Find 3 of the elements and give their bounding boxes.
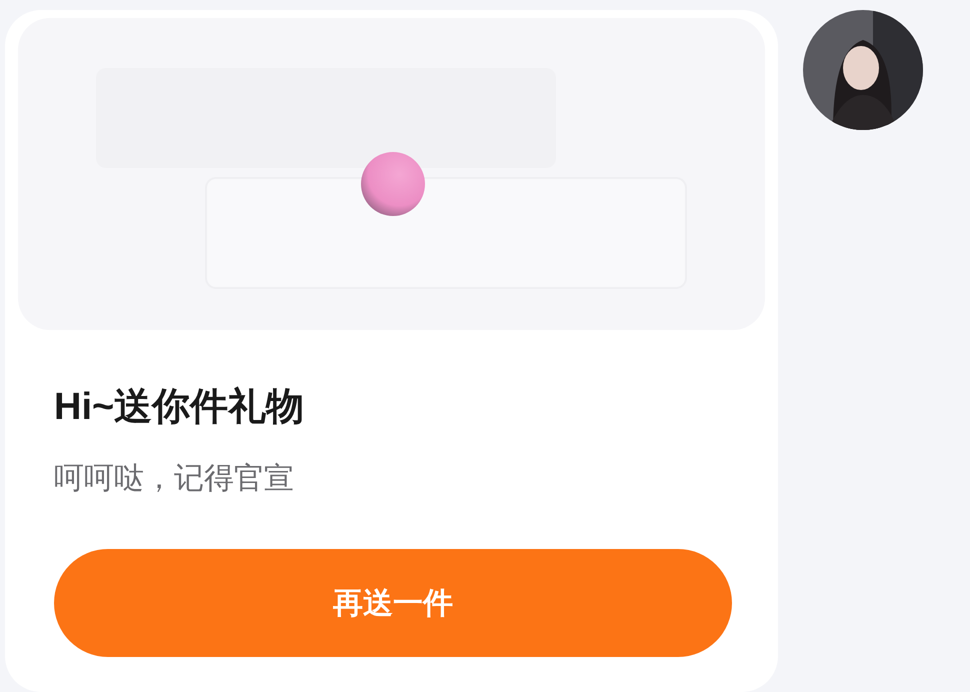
card-title: Hi~送你件礼物 [54, 385, 306, 430]
send-again-button[interactable]: 再送一件 [54, 549, 732, 657]
message-text: 呵呵哒，记得官宣 [54, 460, 295, 496]
